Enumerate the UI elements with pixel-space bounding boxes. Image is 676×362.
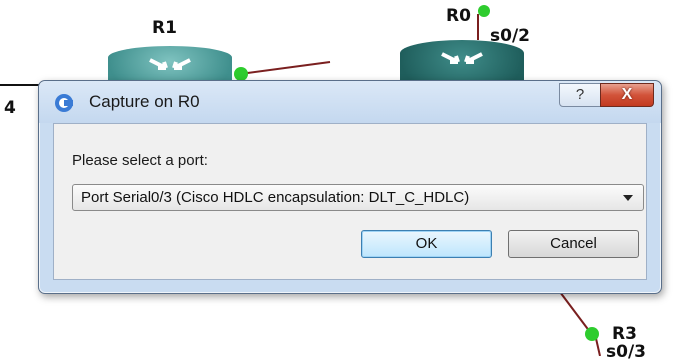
dialog-title: Capture on R0 (89, 92, 200, 111)
link-dot-r3 (585, 327, 599, 341)
port-label-r0: s0/2 (490, 26, 530, 46)
port-select[interactable]: Port Serial0/3 (Cisco HDLC encapsulation… (72, 184, 644, 211)
dialog-body: Please select a port: Port Serial0/3 (Ci… (53, 123, 647, 280)
dialog-titlebar[interactable]: Capture on R0 ? X (39, 81, 661, 123)
capture-dialog: Capture on R0 ? X Please select a port: … (38, 80, 662, 294)
edge-label-left: 4 (4, 98, 16, 118)
port-prompt-label: Please select a port: (72, 152, 208, 169)
router-label-r3: R3 (612, 324, 637, 344)
help-button[interactable]: ? (559, 83, 601, 107)
capture-app-icon (55, 94, 73, 112)
chevron-down-icon[interactable] (623, 195, 633, 201)
link-r1-r0 (239, 61, 331, 75)
router-label-r0: R0 (446, 6, 471, 26)
ok-button[interactable]: OK (361, 230, 492, 258)
close-button[interactable]: X (600, 83, 654, 107)
link-dot-r0-top (478, 5, 490, 17)
link-dot-r1 (234, 67, 248, 81)
router-label-r1: R1 (152, 18, 177, 38)
port-label-r3: s0/3 (606, 342, 646, 362)
port-select-value: Port Serial0/3 (Cisco HDLC encapsulation… (81, 189, 470, 206)
link-r0-r3 (559, 291, 591, 333)
cancel-button[interactable]: Cancel (508, 230, 639, 258)
